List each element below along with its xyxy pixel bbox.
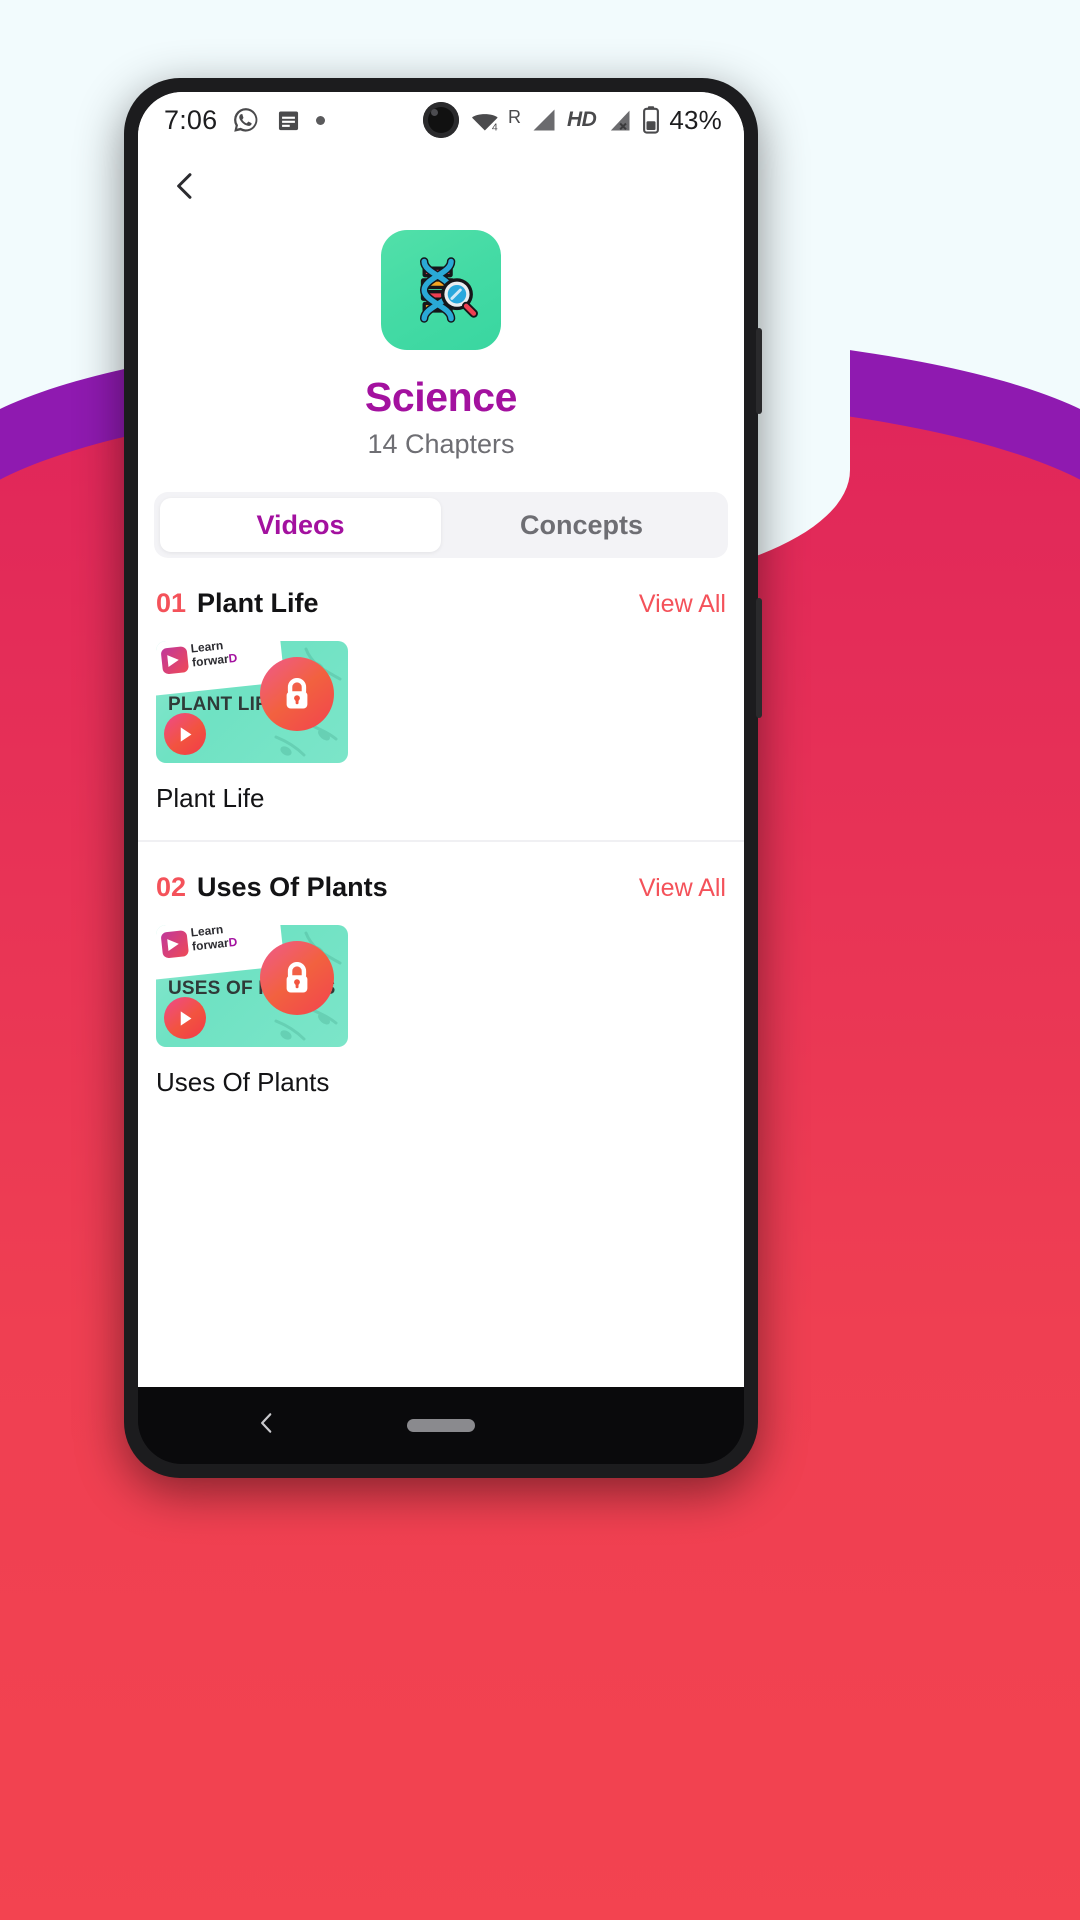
- play-badge-2[interactable]: [164, 997, 206, 1039]
- chapter-section-2: 02 Uses Of Plants View All Learn forwarD…: [138, 840, 744, 1124]
- learnforward-logo-icon: [160, 646, 190, 675]
- view-all-button-2[interactable]: View All: [639, 874, 726, 903]
- lock-badge-2[interactable]: [260, 941, 334, 1015]
- power-button[interactable]: [756, 598, 762, 718]
- phone-screen: 7:06 4 R HD 43% Science 14 Chapters Vide…: [138, 92, 744, 1387]
- signal-off-icon: [611, 110, 630, 131]
- wifi-sub-label: 4: [492, 122, 498, 134]
- status-time: 7:06: [164, 104, 218, 135]
- tab-bar: Videos Concepts: [154, 492, 728, 558]
- brand-line-2b: D: [227, 650, 238, 666]
- status-bar: 7:06 4 R HD 43%: [138, 92, 744, 148]
- message-icon: [279, 111, 299, 130]
- status-bar-right: 4 R HD 43%: [427, 105, 722, 136]
- brand-line-2b-2: D: [227, 934, 238, 950]
- roaming-icon: R: [508, 106, 522, 127]
- front-camera: [423, 102, 459, 138]
- navigation-bar: [138, 1387, 744, 1464]
- video-card-2: Learn forwarD USES OF PLANTS Uses Of Pla…: [154, 903, 728, 1124]
- play-icon: [180, 726, 191, 742]
- chapter-number-1: 01: [156, 588, 187, 618]
- battery-percent-label: 43%: [669, 104, 722, 135]
- chapter-section-1: 01 Plant Life View All Learn forwarD PLA…: [138, 558, 744, 840]
- back-button[interactable]: [156, 157, 214, 215]
- nav-back-icon: [261, 1413, 272, 1433]
- video-thumbnail-1[interactable]: Learn forwarD PLANT LIFE: [156, 641, 348, 763]
- signal-icon: [533, 109, 555, 131]
- dot-indicator-icon: [316, 115, 326, 125]
- play-icon-2: [180, 1010, 191, 1026]
- brand-line-2a: forwar: [191, 651, 230, 670]
- view-all-button-1[interactable]: View All: [639, 590, 726, 619]
- subject-chapter-count: 14 Chapters: [367, 429, 515, 459]
- nav-back-button[interactable]: [254, 1410, 280, 1441]
- app-bar: [138, 148, 744, 224]
- volume-button[interactable]: [756, 328, 762, 414]
- video-thumbnail-2[interactable]: Learn forwarD USES OF PLANTS: [156, 925, 348, 1047]
- video-title-1: Plant Life: [156, 783, 265, 813]
- lock-badge-1[interactable]: [260, 657, 334, 731]
- brand-text-2: Learn forwarD: [190, 925, 238, 954]
- brand-line-2a-2: forwar: [191, 935, 230, 954]
- learnforward-logo-icon-2: [160, 930, 190, 959]
- chapter-header-2: 02 Uses Of Plants View All: [154, 842, 728, 903]
- wifi-icon: 4: [472, 114, 498, 134]
- chapter-title-2: Uses Of Plants: [197, 872, 388, 902]
- nav-home-pill[interactable]: [407, 1419, 475, 1432]
- play-badge-1[interactable]: [164, 713, 206, 755]
- dna-microscope-icon: [419, 257, 478, 323]
- battery-icon: [643, 106, 660, 134]
- chapter-header-1: 01 Plant Life View All: [154, 558, 728, 619]
- subject-title: Science: [364, 374, 518, 420]
- phone-device: 7:06 4 R HD 43% Science 14 Chapters Vide…: [124, 78, 762, 1478]
- chapter-title-1: Plant Life: [197, 588, 319, 618]
- video-title-2: Uses Of Plants: [156, 1067, 330, 1097]
- video-card-1: Learn forwarD PLANT LIFE Plant Life: [154, 619, 728, 840]
- status-bar-left: 7:06: [164, 104, 326, 136]
- subject-icon-tile: [381, 230, 501, 350]
- subject-hero: Science 14 Chapters: [138, 224, 744, 460]
- phone-bezel: 7:06 4 R HD 43% Science 14 Chapters Vide…: [138, 92, 744, 1464]
- chapter-number-2: 02: [156, 872, 187, 902]
- tab-concepts[interactable]: Concepts: [441, 498, 722, 552]
- tab-videos[interactable]: Videos: [160, 498, 441, 552]
- lock-icon-2: [286, 961, 308, 993]
- whatsapp-icon: [234, 108, 258, 132]
- brand-text-1: Learn forwarD: [190, 641, 238, 670]
- hd-label: HD: [567, 108, 597, 131]
- chevron-left-icon: [177, 173, 192, 199]
- lock-icon: [286, 677, 308, 709]
